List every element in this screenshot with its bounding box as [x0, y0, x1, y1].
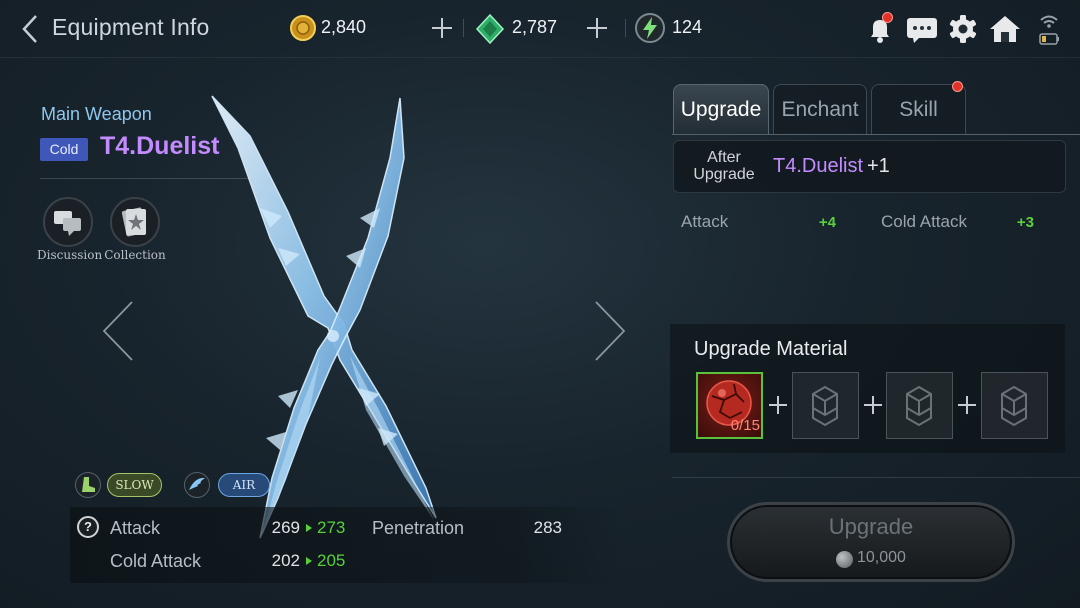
- back-button[interactable]: [18, 14, 46, 44]
- material-slot[interactable]: [886, 372, 953, 439]
- after-upgrade-level: +1: [867, 155, 890, 177]
- gold-coin-icon: [290, 15, 316, 41]
- wifi-battery-icon: [1038, 12, 1060, 48]
- previous-item-button[interactable]: [100, 300, 140, 362]
- tab-skill[interactable]: Skill: [871, 84, 966, 135]
- tab-enchant[interactable]: Enchant: [773, 84, 867, 135]
- wing-icon: [184, 472, 210, 498]
- material-slot[interactable]: [792, 372, 859, 439]
- speed-trait-badge: SLOW: [107, 473, 162, 497]
- discussion-button[interactable]: [43, 197, 93, 247]
- tab-underline: [672, 134, 1080, 135]
- collection-label: Collection: [104, 248, 166, 262]
- bonus-stat-value: +4: [818, 214, 836, 231]
- notification-dot: [882, 12, 893, 23]
- empty-material-icon: [812, 385, 838, 427]
- stat-next-value: 205: [317, 551, 346, 570]
- equipment-slot-label: Main Weapon: [41, 104, 152, 124]
- upgrade-cost: 10,000: [857, 549, 906, 566]
- item-name: T4.Duelist: [100, 132, 220, 160]
- discussion-icon: [54, 211, 81, 236]
- increase-arrow-icon: [306, 557, 312, 565]
- notification-dot: [952, 81, 963, 92]
- chevron-right-icon: [595, 301, 626, 361]
- green-gem-icon: [475, 13, 505, 45]
- element-badge: Cold: [40, 138, 88, 161]
- movement-trait-badge: AIR: [218, 473, 270, 497]
- stat-next-value: 273: [317, 518, 346, 537]
- material-slot[interactable]: [981, 372, 1048, 439]
- divider: [625, 19, 626, 37]
- silver-coin-icon: [836, 551, 853, 568]
- divider: [463, 19, 464, 37]
- increase-arrow-icon: [306, 524, 312, 532]
- energy-icon: [634, 12, 666, 44]
- stat-current-value: 202: [271, 551, 300, 570]
- next-item-button[interactable]: [588, 300, 628, 362]
- stat-name: Attack: [110, 518, 161, 538]
- upgrade-material-title: Upgrade Material: [694, 338, 848, 360]
- material-count: 0/15: [730, 417, 760, 434]
- chevron-left-icon: [22, 15, 37, 43]
- collection-button[interactable]: [110, 197, 160, 247]
- bonus-stat-value: +3: [1016, 214, 1034, 231]
- stat-current-value: 269: [271, 518, 300, 537]
- empty-material-icon: [906, 385, 932, 427]
- add-gold-button[interactable]: [429, 15, 455, 41]
- after-upgrade-label-line: Upgrade: [693, 166, 755, 183]
- upgrade-button-label: Upgrade: [828, 514, 914, 539]
- divider: [40, 178, 250, 179]
- after-upgrade-item-name: T4.Duelist: [773, 155, 864, 177]
- tab-upgrade[interactable]: Upgrade: [673, 84, 769, 135]
- divider: [672, 477, 1080, 478]
- gem-amount: 2,787: [512, 17, 558, 37]
- bonus-stat-name: Cold Attack: [881, 212, 967, 231]
- add-gem-button[interactable]: [584, 15, 610, 41]
- chevron-left-icon: [102, 301, 133, 361]
- gear-icon[interactable]: [947, 13, 979, 45]
- home-icon[interactable]: [988, 13, 1022, 45]
- stat-name: Cold Attack: [110, 551, 202, 571]
- boot-icon: [75, 472, 101, 498]
- plus-icon: [955, 393, 979, 417]
- discussion-label: Discussion: [37, 248, 103, 262]
- collection-icon: [121, 207, 147, 237]
- page-title: Equipment Info: [52, 14, 210, 40]
- plus-icon: [861, 393, 885, 417]
- help-icon[interactable]: ?: [77, 516, 99, 538]
- gold-amount: 2,840: [321, 17, 367, 37]
- energy-amount: 124: [672, 17, 703, 37]
- plus-icon: [766, 393, 790, 417]
- stat-name: Penetration: [372, 518, 465, 538]
- chat-icon[interactable]: [905, 13, 939, 45]
- stat-current-value: 283: [533, 518, 562, 537]
- empty-material-icon: [1001, 385, 1027, 427]
- bonus-stat-name: Attack: [681, 212, 729, 231]
- after-upgrade-label-line: After: [707, 149, 741, 166]
- after-upgrade-label: After Upgrade: [683, 149, 765, 183]
